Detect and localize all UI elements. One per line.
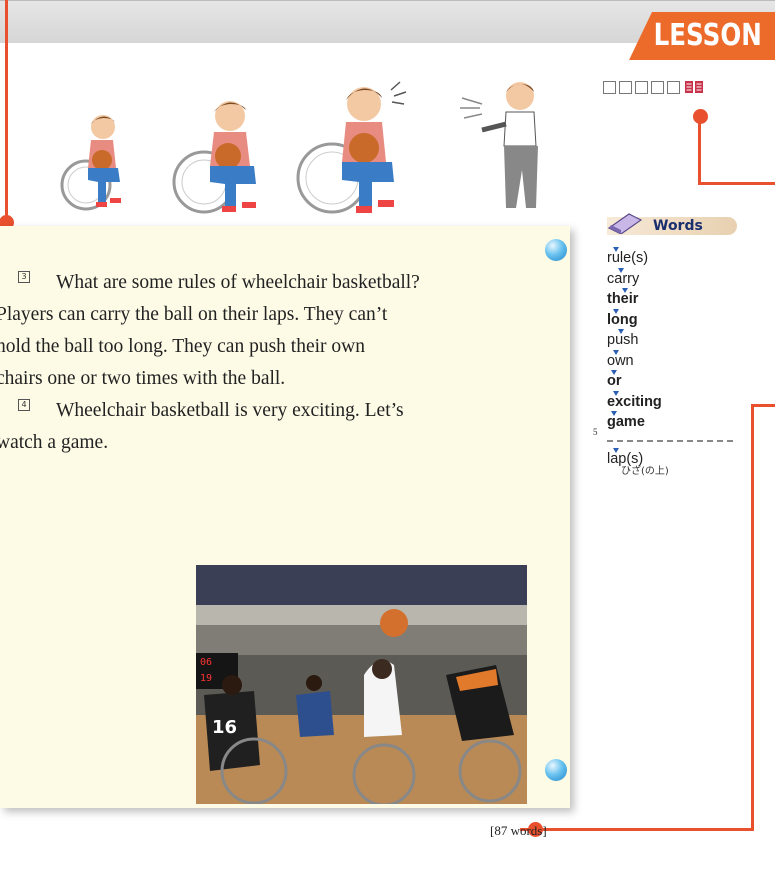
player-illustration-medium: [172, 101, 256, 214]
stress-marker-icon: [613, 390, 619, 396]
svg-text:06: 06: [200, 657, 212, 668]
word-item: exciting: [607, 389, 740, 410]
paragraph-3: 3 What are some rules of wheelchair baske…: [0, 267, 560, 395]
stress-marker-icon: [611, 370, 617, 375]
stress-marker-icon: [618, 329, 624, 334]
word-item: push: [607, 327, 740, 348]
checkbox[interactable]: [651, 80, 664, 94]
connector-line-bottom-v: [751, 404, 754, 831]
paragraph-line: watch a game.: [0, 432, 109, 453]
word-item: own: [607, 348, 740, 369]
svg-text:19: 19: [200, 673, 212, 684]
extra-word: lap(s): [607, 446, 740, 467]
stress-marker-icon: [613, 308, 619, 314]
paragraph-number: 3: [18, 271, 30, 283]
connector-line-top-right-v: [698, 116, 701, 184]
word-count: [87 words]: [490, 823, 547, 838]
words-header: Words: [607, 213, 737, 235]
referee-illustration: [460, 82, 538, 208]
word-item: carry: [607, 266, 740, 287]
paragraph-4: 4 Wheelchair basketball is very exciting.…: [0, 395, 560, 459]
word-item: rule(s): [607, 245, 740, 266]
checkbox[interactable]: [603, 80, 616, 94]
stress-marker-icon: [613, 349, 619, 355]
connector-line-left: [5, 0, 8, 222]
connector-dot: [693, 109, 708, 124]
connector-line-top-right-h: [698, 182, 775, 185]
extra-word-gloss: ひざ(の上): [621, 466, 669, 477]
paragraph-line: hold the ball too long. They can push th…: [0, 336, 365, 357]
words-title: Words: [653, 218, 703, 234]
word-item: their: [607, 286, 740, 307]
wheelchair-basketball-photo: 06 19 16: [196, 565, 527, 804]
stress-marker-icon: [622, 288, 628, 293]
lesson-number-tab: LESSON 7: [629, 12, 775, 60]
checkbox[interactable]: [619, 80, 632, 94]
line-number-marker: 5: [593, 427, 598, 437]
word-item: or: [607, 368, 740, 389]
checkbox[interactable]: [667, 80, 680, 94]
words-vocabulary-panel: Words rule(s) carry their long push own or exci…: [607, 213, 740, 478]
dashed-divider: [607, 439, 733, 442]
stress-marker-icon: [618, 267, 624, 273]
stress-marker-icon: [611, 411, 617, 416]
pencil-eraser-icon: [607, 213, 643, 234]
checkbox[interactable]: [635, 80, 648, 94]
paragraph-line: 3 What are some rules of wheelchair baske…: [0, 267, 560, 299]
word-item: long: [607, 307, 740, 328]
audio-marker-icon[interactable]: [545, 759, 567, 781]
connector-line-bottom-h-top: [751, 404, 775, 407]
stress-marker-icon: [613, 247, 619, 252]
word-list: rule(s) carry their long push own or exciting ga…: [607, 245, 740, 430]
reading-check-boxes: [603, 80, 703, 94]
paragraph-line: 4 Wheelchair basketball is very exciting.…: [0, 395, 560, 427]
paragraph-line: chairs one or two times with the ball.: [0, 368, 286, 389]
paragraph-number: 4: [18, 399, 30, 411]
svg-text:16: 16: [212, 717, 237, 738]
paragraph-line: Players can carry the ball on their laps…: [0, 304, 388, 325]
book-icon: [685, 81, 703, 93]
player-illustration-small: [60, 115, 121, 211]
audio-marker-icon[interactable]: [545, 239, 567, 261]
connector-line-bottom-h: [520, 828, 754, 831]
word-item: game: [607, 409, 740, 430]
player-illustration-large: [296, 81, 407, 214]
